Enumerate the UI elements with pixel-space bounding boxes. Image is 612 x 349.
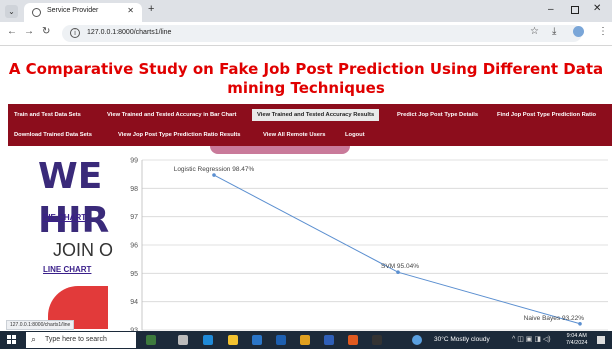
tab-title: Service Provider (47, 7, 99, 14)
edge-icon[interactable] (203, 335, 213, 345)
window-close-icon[interactable]: ✕ (593, 3, 601, 14)
y-axis-ticks: 93949596979899 (130, 158, 138, 332)
file-explorer-icon[interactable] (228, 335, 238, 345)
line-chart-link[interactable]: LINE CHART (43, 265, 91, 274)
accuracy-line-chart: 93949596979899 Logistic Regression 98.47… (130, 158, 608, 332)
reload-icon[interactable]: ↻ (42, 26, 50, 37)
main-nav-menu: Train and Test Data Sets View Trained an… (8, 104, 612, 146)
profile-avatar[interactable] (573, 26, 584, 37)
back-icon[interactable]: ← (7, 26, 17, 37)
weather-text[interactable]: 30°C Mostly cloudy (434, 336, 490, 343)
mail-icon[interactable] (276, 335, 286, 345)
maximize-icon[interactable] (571, 6, 579, 14)
point-label: SVM 95.04% (381, 263, 419, 270)
page-title-line1: A Comparative Study on Fake Job Post Pre… (8, 60, 604, 78)
new-tab-icon[interactable]: + (148, 3, 154, 15)
search-icon: ⌕ (31, 334, 37, 344)
y-tick-label: 95 (130, 271, 138, 278)
chart-points (212, 173, 582, 326)
minimize-icon[interactable]: – (548, 4, 554, 15)
pie-chart-link[interactable]: PIE CHART (43, 213, 86, 222)
point-label: Logistic Regression 98.47% (174, 166, 255, 173)
taskbar-app-icon[interactable] (146, 335, 156, 345)
chart-grid (141, 159, 608, 331)
clock-time: 9:04 AM (566, 333, 587, 339)
page-title-line2: mining Techniques (227, 79, 385, 97)
more-menu-icon[interactable]: ⋮ (598, 26, 608, 37)
y-tick-label: 96 (130, 243, 138, 250)
nav-download-data-sets[interactable]: Download Trained Data Sets (14, 132, 92, 138)
address-bar-row: ← → ↻ i 127.0.0.1:8000/charts1/line ☆ ⤓ … (0, 22, 612, 46)
taskbar: ⌕ Type here to search 30°C Mostly cloudy… (0, 331, 612, 349)
art-text-join: JOIN O (53, 240, 114, 260)
terminal-icon[interactable] (372, 335, 382, 345)
bookmark-star-icon[interactable]: ☆ (530, 26, 539, 37)
app-icon[interactable] (348, 335, 358, 345)
system-tray-icons[interactable]: ^ ◫ ▣ ◨ ◁) (512, 335, 551, 343)
weather-icon[interactable] (412, 335, 422, 345)
chart-point-labels: Logistic Regression 98.47% SVM 95.04% Naiv… (174, 166, 585, 322)
forward-icon[interactable]: → (24, 26, 34, 37)
page-title: A Comparative Study on Fake Job Post Pre… (0, 60, 612, 98)
y-tick-label: 94 (130, 299, 138, 306)
close-icon[interactable]: ✕ (127, 6, 134, 15)
data-point[interactable] (396, 270, 400, 274)
site-info-icon[interactable]: i (70, 28, 80, 38)
y-tick-label: 97 (130, 214, 138, 221)
notification-icon[interactable] (597, 336, 605, 344)
art-text-we: WE (38, 156, 103, 197)
clock[interactable]: 9:04 AM 7/4/2024 (566, 333, 587, 347)
nav-prediction-ratio[interactable]: Find Jop Post Type Prediction Ratio (497, 112, 596, 118)
word-icon[interactable] (324, 335, 334, 345)
nav-predict-post-type[interactable]: Predict Jop Post Type Details (397, 112, 478, 118)
url-text[interactable]: 127.0.0.1:8000/charts1/line (87, 29, 171, 36)
chrome-icon[interactable] (300, 335, 310, 345)
nav-accuracy-results[interactable]: View Trained and Tested Accuracy Results (252, 109, 380, 121)
search-placeholder: Type here to search (45, 336, 107, 343)
nav-logout[interactable]: Logout (345, 132, 365, 138)
browser-tab[interactable]: Service Provider ✕ (24, 3, 142, 22)
download-icon[interactable]: ⤓ (552, 26, 556, 37)
url-input[interactable]: i 127.0.0.1:8000/charts1/line (62, 25, 582, 42)
task-view-icon[interactable] (178, 335, 188, 345)
background-art: WE HIR JOIN O PIE CHART LINE CHART (8, 146, 118, 329)
browser-tab-bar: ⌄ Service Provider ✕ + – ✕ (0, 0, 612, 22)
globe-icon (32, 8, 41, 17)
point-label: Naive Bayes 93.22% (524, 315, 585, 322)
nav-ratio-results[interactable]: View Jop Post Type Prediction Ratio Resu… (118, 132, 241, 138)
taskbar-search-input[interactable]: ⌕ Type here to search (26, 332, 136, 348)
windows-start-icon[interactable] (7, 335, 17, 345)
nav-accuracy-bar-chart[interactable]: View Trained and Tested Accuracy in Bar … (107, 112, 236, 118)
y-tick-label: 99 (130, 158, 138, 165)
store-icon[interactable] (252, 335, 262, 345)
nav-remote-users[interactable]: View All Remote Users (263, 132, 326, 138)
nav-train-test-data-sets[interactable]: Train and Test Data Sets (14, 112, 81, 118)
data-point[interactable] (212, 173, 216, 177)
y-tick-label: 98 (130, 186, 138, 193)
tab-search-icon[interactable]: ⌄ (5, 5, 18, 18)
status-url: 127.0.0.1:8000/charts1/line (6, 320, 75, 330)
data-point[interactable] (578, 321, 582, 326)
clock-date: 7/4/2024 (566, 340, 588, 346)
